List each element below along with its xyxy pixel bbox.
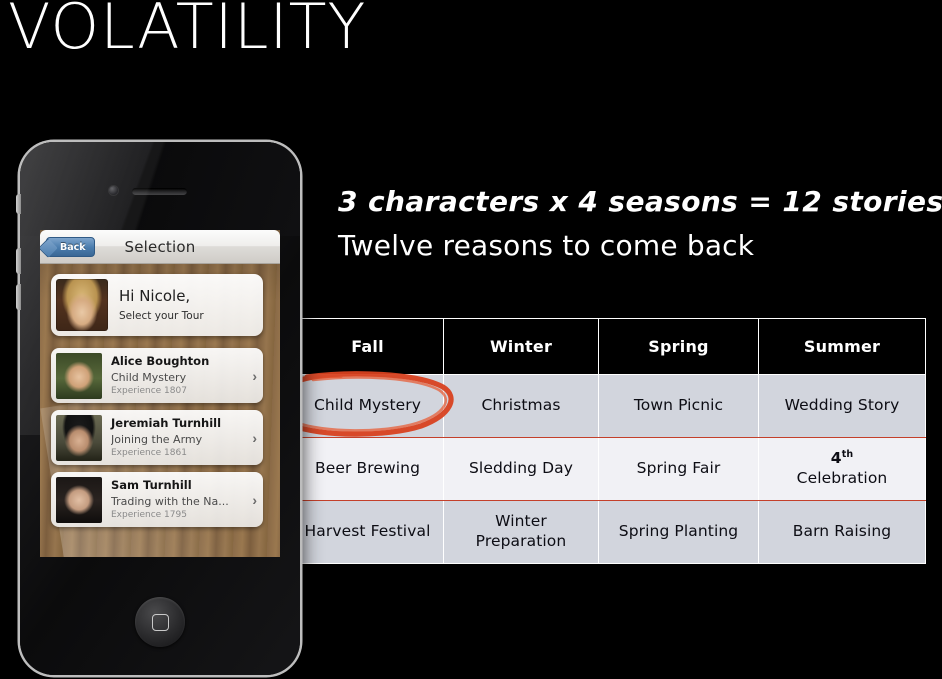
headline-line-1: 3 characters x 4 seasons = 12 stories — [338, 185, 942, 218]
column-header-winter: Winter — [443, 318, 599, 375]
character-text: Jeremiah Turnhill Joining the Army Exper… — [102, 416, 252, 458]
headline-line-2: Twelve reasons to come back — [338, 229, 755, 262]
column-header-summer: Summer — [758, 318, 926, 375]
character-story: Child Mystery — [111, 370, 187, 384]
cell-spring-3[interactable]: Spring Planting — [598, 500, 759, 564]
cell-summer-2-word: Celebration — [796, 469, 888, 488]
volume-up-button[interactable] — [16, 248, 21, 274]
character-story: Joining the Army — [111, 432, 203, 446]
phone-body: Back Selection Hi Nicole, Select your To… — [20, 142, 300, 675]
cell-winter-3-line2: Preparation — [475, 532, 567, 550]
home-square-icon — [151, 613, 169, 631]
volume-down-button[interactable] — [16, 284, 21, 310]
phone-screen: Back Selection Hi Nicole, Select your To… — [40, 230, 280, 557]
list-item[interactable]: Sam Turnhill Trading with the Na... Expe… — [51, 472, 263, 527]
chevron-right-icon: › — [252, 429, 257, 446]
cell-winter-3-line1: Winter — [495, 512, 547, 531]
cell-fall-1[interactable]: Child Mystery — [291, 374, 444, 438]
table-row: Beer Brewing Sledding Day Spring Fair 4t… — [291, 437, 926, 501]
silence-switch[interactable] — [16, 194, 21, 214]
character-text: Alice Boughton Child Mystery Experience … — [102, 354, 252, 396]
cell-winter-2[interactable]: Sledding Day — [443, 437, 599, 501]
character-name: Sam Turnhill — [111, 478, 192, 493]
character-name: Alice Boughton — [111, 354, 210, 369]
greeting-name: Hi Nicole, — [119, 287, 191, 306]
headline-block: 3 characters x 4 seasons = 12 stories Tw… — [338, 185, 942, 262]
character-photo — [56, 476, 102, 523]
cell-fall-3[interactable]: Harvest Festival — [291, 500, 444, 564]
user-avatar — [56, 279, 108, 331]
list-item[interactable]: Jeremiah Turnhill Joining the Army Exper… — [51, 410, 263, 465]
cell-winter-1[interactable]: Christmas — [443, 374, 599, 438]
character-story: Trading with the Na... — [111, 494, 229, 508]
cell-summer-3[interactable]: Barn Raising — [758, 500, 926, 564]
character-text: Sam Turnhill Trading with the Na... Expe… — [102, 478, 252, 520]
character-experience: Experience 1861 — [111, 447, 187, 458]
cell-fall-2[interactable]: Beer Brewing — [291, 437, 444, 501]
cell-summer-2-number: 4 — [830, 449, 842, 468]
slide-canvas: VOLATILITY 3 characters x 4 seasons = 12… — [0, 0, 942, 679]
navbar-title: Selection — [124, 237, 196, 256]
cell-summer-2-ordinal: th — [841, 449, 854, 461]
greeting-text: Hi Nicole, Select your Tour — [108, 288, 204, 322]
cell-spring-2[interactable]: Spring Fair — [598, 437, 759, 501]
character-photo — [56, 414, 102, 461]
table-row: Harvest Festival Winter Preparation Sprin… — [291, 500, 926, 564]
greeting-subtitle: Select your Tour — [119, 309, 204, 322]
table-header-row: Fall Winter Spring Summer — [291, 318, 926, 375]
chevron-right-icon: › — [252, 367, 257, 384]
page-title: VOLATILITY — [8, 0, 367, 63]
home-button[interactable] — [135, 597, 185, 647]
back-button[interactable]: Back — [46, 237, 95, 257]
app-navbar: Back Selection — [40, 230, 280, 264]
chevron-right-icon: › — [252, 491, 257, 508]
back-button-label: Back — [60, 241, 86, 253]
iphone-mockup: Back Selection Hi Nicole, Select your To… — [16, 142, 300, 675]
cell-summer-2[interactable]: 4th Celebration — [758, 437, 926, 501]
column-header-fall: Fall — [291, 318, 444, 375]
cell-summer-1[interactable]: Wedding Story — [758, 374, 926, 438]
greeting-card[interactable]: Hi Nicole, Select your Tour — [51, 274, 263, 336]
column-header-spring: Spring — [598, 318, 759, 375]
story-matrix-table: Fall Winter Spring Summer Child Mystery … — [291, 318, 926, 564]
list-item[interactable]: Alice Boughton Child Mystery Experience … — [51, 348, 263, 403]
character-experience: Experience 1795 — [111, 509, 187, 520]
character-experience: Experience 1807 — [111, 385, 187, 396]
cell-winter-3[interactable]: Winter Preparation — [443, 500, 599, 564]
character-photo — [56, 352, 102, 399]
character-name: Jeremiah Turnhill — [111, 416, 222, 431]
cell-spring-1[interactable]: Town Picnic — [598, 374, 759, 438]
table-row: Child Mystery Christmas Town Picnic Wedd… — [291, 374, 926, 438]
